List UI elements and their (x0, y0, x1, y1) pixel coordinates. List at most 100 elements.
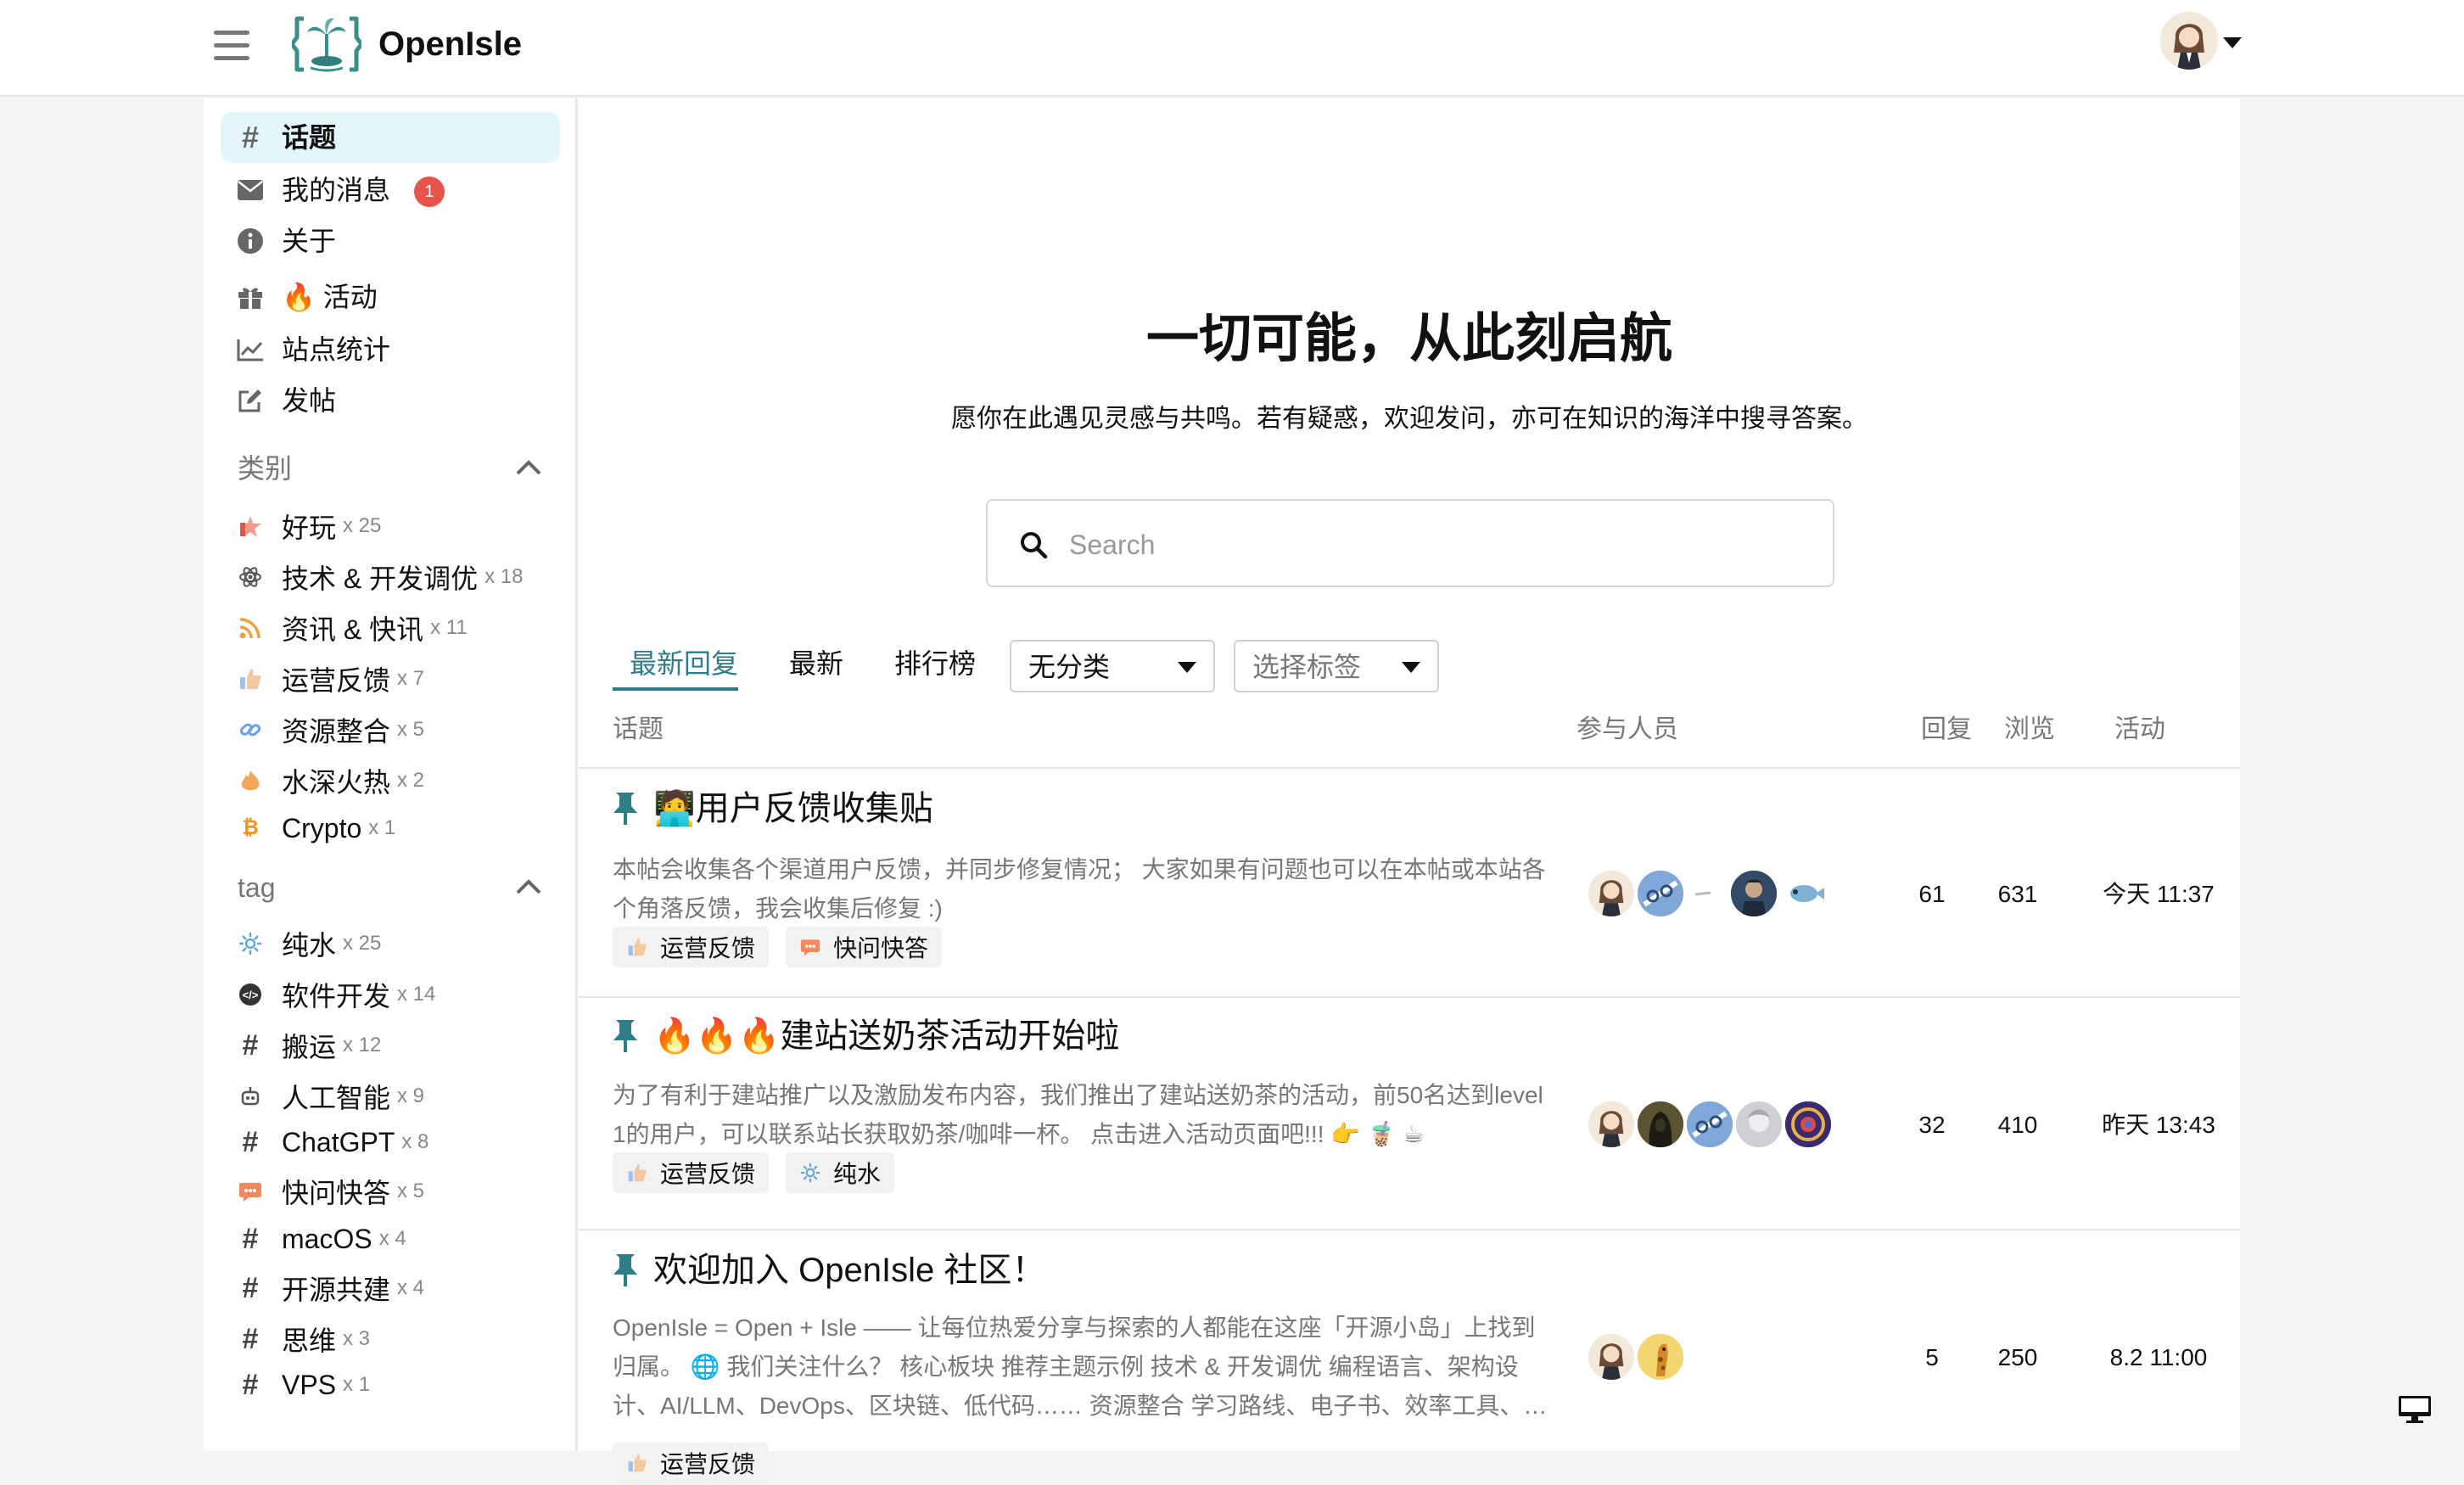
pin-icon (613, 793, 637, 825)
category-item-feedback[interactable]: 运营反馈 x 7 (238, 658, 424, 699)
participant-avatar[interactable] (1687, 1101, 1733, 1147)
sidebar-item-new-post[interactable]: 发帖 (221, 375, 560, 426)
participant-avatar[interactable] (1588, 1334, 1634, 1380)
tag-chip[interactable]: 运营反馈 (613, 1443, 770, 1483)
sidebar-item-site-stats[interactable]: 站点统计 (221, 324, 560, 375)
tab-ranking[interactable]: 排行榜 (894, 647, 976, 681)
menu-toggle-icon[interactable] (214, 29, 249, 63)
topic-row[interactable]: 欢迎加入 OpenIsle 社区！ OpenIsle = Open + Isle… (579, 1230, 2240, 1485)
user-menu-button[interactable] (2160, 12, 2242, 73)
chevron-up-icon[interactable] (514, 453, 543, 482)
topic-title[interactable]: 🔥🔥🔥建站送奶茶活动开始啦 (653, 1015, 1119, 1057)
hash-icon: # (242, 1322, 259, 1355)
participant-avatar[interactable] (1638, 1334, 1683, 1380)
tag-item-software-dev[interactable]: </> 软件开发 x 14 (238, 974, 435, 1015)
participant-avatar[interactable] (1588, 871, 1634, 916)
participant-avatar[interactable] (1687, 871, 1721, 916)
water-icon (238, 931, 263, 956)
chat-icon (799, 936, 821, 958)
last-activity: 昨天 13:43 (2102, 1112, 2215, 1138)
tag-item-vps[interactable]: # VPS x 1 (238, 1365, 371, 1405)
view-count: 631 (1997, 881, 2038, 907)
category-item-crypto[interactable]: ₿ Crypto x 1 (238, 808, 395, 849)
sidebar-item-activities[interactable]: 🔥 活动 (221, 272, 560, 322)
sidebar-item-about[interactable]: 关于 (221, 216, 560, 266)
view-count: 410 (1997, 1112, 2038, 1138)
topic-title[interactable]: 🧑‍💻用户反馈收集贴 (653, 787, 933, 830)
participant-avatar[interactable] (1731, 871, 1777, 916)
brand-name[interactable]: OpenIsle (378, 24, 522, 64)
tag-filter-select[interactable]: 选择标签 (1234, 640, 1439, 692)
search-icon (1021, 532, 1048, 559)
tag-item-qa[interactable]: 快问快答 x 5 (238, 1171, 424, 1212)
hash-icon: # (242, 1271, 259, 1304)
sidebar-item-label: 发帖 (282, 385, 337, 416)
tag-item-chatgpt[interactable]: # ChatGPT x 8 (238, 1122, 429, 1163)
participant-avatar[interactable] (1785, 1101, 1831, 1147)
category-count: x 1 (368, 816, 396, 839)
category-label: 资源整合 (282, 716, 391, 747)
reply-count: 32 (1918, 1112, 1946, 1138)
tags-section-title: tag (238, 872, 276, 903)
tab-latest[interactable]: 最新 (789, 647, 843, 681)
tag-chip[interactable]: 运营反馈 (613, 1152, 770, 1193)
topic-title[interactable]: 欢迎加入 OpenIsle 社区！ (653, 1249, 1045, 1292)
bitcoin-icon: ₿ (242, 816, 259, 839)
hero-subtitle: 愿你在此遇见灵感与共鸣。若有疑惑，欢迎发问，亦可在知识的海洋中搜寻答案。 (951, 405, 1868, 433)
search-box[interactable] (986, 499, 1834, 587)
tag-label: 软件开发 (282, 981, 391, 1011)
sidebar-item-messages[interactable]: 我的消息 1 (221, 165, 560, 216)
category-label: 好玩 (282, 513, 337, 543)
category-item-fun[interactable]: 好玩 x 25 (238, 506, 381, 546)
column-header-views: 浏览 (2004, 715, 2055, 743)
hash-icon: # (242, 1125, 259, 1158)
category-item-news[interactable]: 资讯 & 快讯 x 11 (238, 608, 468, 648)
topic-row[interactable]: 🔥🔥🔥建站送奶茶活动开始啦 为了有利于建站推广以及激励发布内容，我们推出了建站送… (579, 998, 2240, 1230)
category-item-tech[interactable]: 技术 & 开发调优 x 18 (238, 557, 524, 597)
category-label: 运营反馈 (282, 665, 391, 696)
tag-label: 纯水 (282, 930, 337, 961)
dev-icon: </> (238, 982, 263, 1007)
tag-chip-label: 快问快答 (833, 935, 929, 961)
sidebar-item-label: 🔥 活动 (282, 282, 378, 312)
tag-item-open-source[interactable]: # 开源共建 x 4 (238, 1268, 425, 1308)
participant-avatar[interactable] (1638, 871, 1683, 916)
tag-chip-label: 运营反馈 (660, 1161, 756, 1187)
tag-item-repost[interactable]: # 搬运 x 12 (238, 1025, 382, 1066)
topic-tags: 运营反馈 快问快答 (613, 927, 943, 967)
tag-chip[interactable]: 快问快答 (786, 927, 943, 967)
tag-item-thinking[interactable]: # 思维 x 3 (238, 1319, 371, 1359)
participant-avatar[interactable] (1736, 1101, 1782, 1147)
tag-item-macos[interactable]: # macOS x 4 (238, 1219, 406, 1259)
tag-chip[interactable]: 运营反馈 (613, 927, 770, 967)
sidebar-item-topics[interactable]: # 话题 (221, 112, 560, 163)
hash-icon: # (242, 1028, 259, 1062)
rss-icon (238, 615, 263, 641)
openisle-logo-icon[interactable] (292, 12, 361, 76)
category-item-hot[interactable]: 水深火热 x 2 (238, 760, 424, 801)
category-count: x 25 (343, 514, 382, 537)
topic-row[interactable]: 🧑‍💻用户反馈收集贴 本帖会收集各个渠道用户反馈，并同步修复情况； 大家如果有问… (579, 769, 2240, 998)
chevron-down-icon[interactable] (2223, 37, 2242, 48)
participant-avatar[interactable] (1638, 1101, 1683, 1147)
category-item-resources[interactable]: 资源整合 x 5 (238, 709, 424, 750)
tab-latest-replies[interactable]: 最新回复 (630, 647, 738, 681)
participant-avatar[interactable] (1588, 1101, 1634, 1147)
tag-item-ai[interactable]: 人工智能 x 9 (238, 1076, 424, 1117)
category-filter-value: 无分类 (1028, 652, 1111, 682)
tag-chip[interactable]: 纯水 (786, 1152, 895, 1193)
category-count: x 11 (430, 616, 468, 639)
tag-item-water[interactable]: 纯水 x 25 (238, 923, 381, 964)
water-icon (799, 1162, 821, 1184)
envelope-icon (236, 176, 265, 205)
categories-section-title: 类别 (238, 453, 293, 484)
chevron-up-icon[interactable] (514, 872, 543, 901)
category-filter-select[interactable]: 无分类 (1010, 640, 1215, 692)
tag-label: 搬运 (282, 1032, 337, 1062)
user-avatar[interactable] (2160, 12, 2218, 70)
tag-count: x 9 (397, 1084, 425, 1107)
participant-avatar[interactable] (1780, 871, 1826, 916)
desktop-view-icon[interactable] (2398, 1395, 2432, 1424)
search-input[interactable] (1069, 519, 1799, 570)
main-content: 一切可能，从此刻启航 愿你在此遇见灵感与共鸣。若有疑惑，欢迎发问，亦可在知识的海… (579, 98, 2240, 1483)
